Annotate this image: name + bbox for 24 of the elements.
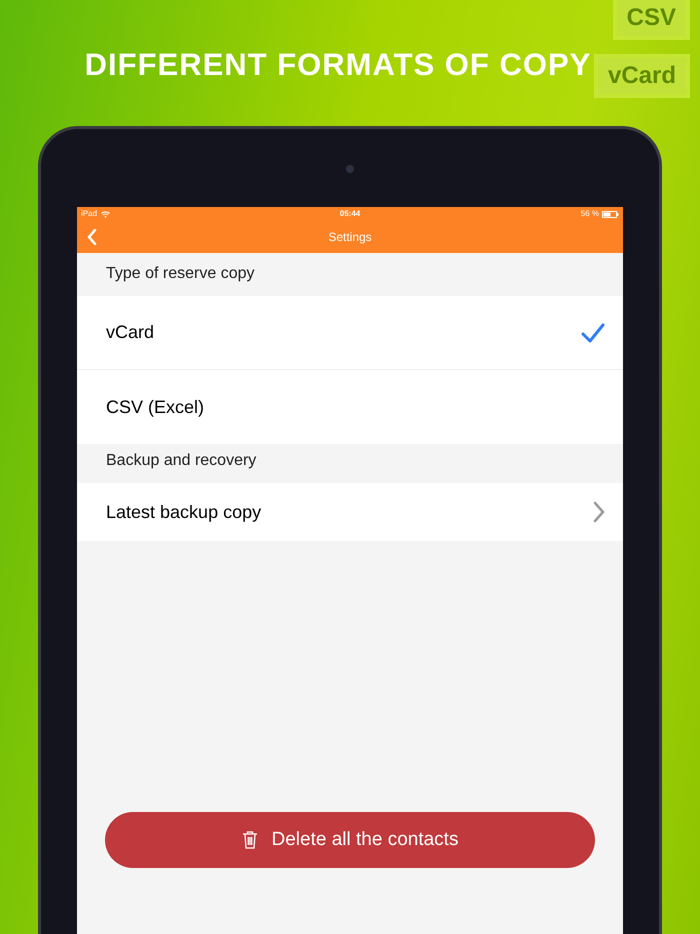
battery-percent: 56 % bbox=[580, 208, 599, 220]
nav-title: Settings bbox=[328, 229, 372, 246]
section-header: Type of reserve copy bbox=[106, 264, 255, 284]
checkmark-icon bbox=[581, 322, 605, 342]
wifi-icon bbox=[101, 210, 110, 218]
delete-button[interactable]: Delete all the contacts bbox=[105, 812, 595, 868]
settings-row[interactable]: CSV (Excel) bbox=[77, 370, 623, 444]
trash-icon bbox=[242, 831, 258, 849]
back-chevron-icon bbox=[87, 229, 97, 245]
headline: DIFFERENT FORMATS OF COPY bbox=[84, 46, 592, 84]
device-name: iPad bbox=[81, 208, 98, 220]
battery-icon bbox=[602, 210, 619, 218]
chevron-right-icon bbox=[593, 501, 605, 523]
format-tag: vCard bbox=[594, 54, 690, 98]
format-tag: CSV bbox=[612, 0, 690, 40]
settings-row[interactable]: Latest backup copy bbox=[77, 483, 623, 541]
row-label: Latest backup copy bbox=[106, 500, 262, 524]
settings-row[interactable]: vCard bbox=[77, 296, 623, 370]
status-time: 05:44 bbox=[340, 208, 360, 220]
camera-icon bbox=[346, 165, 354, 173]
section-header: Backup and recovery bbox=[106, 451, 256, 471]
back-button[interactable] bbox=[85, 229, 99, 245]
row-label: CSV (Excel) bbox=[106, 396, 204, 419]
row-label: vCard bbox=[106, 321, 154, 344]
